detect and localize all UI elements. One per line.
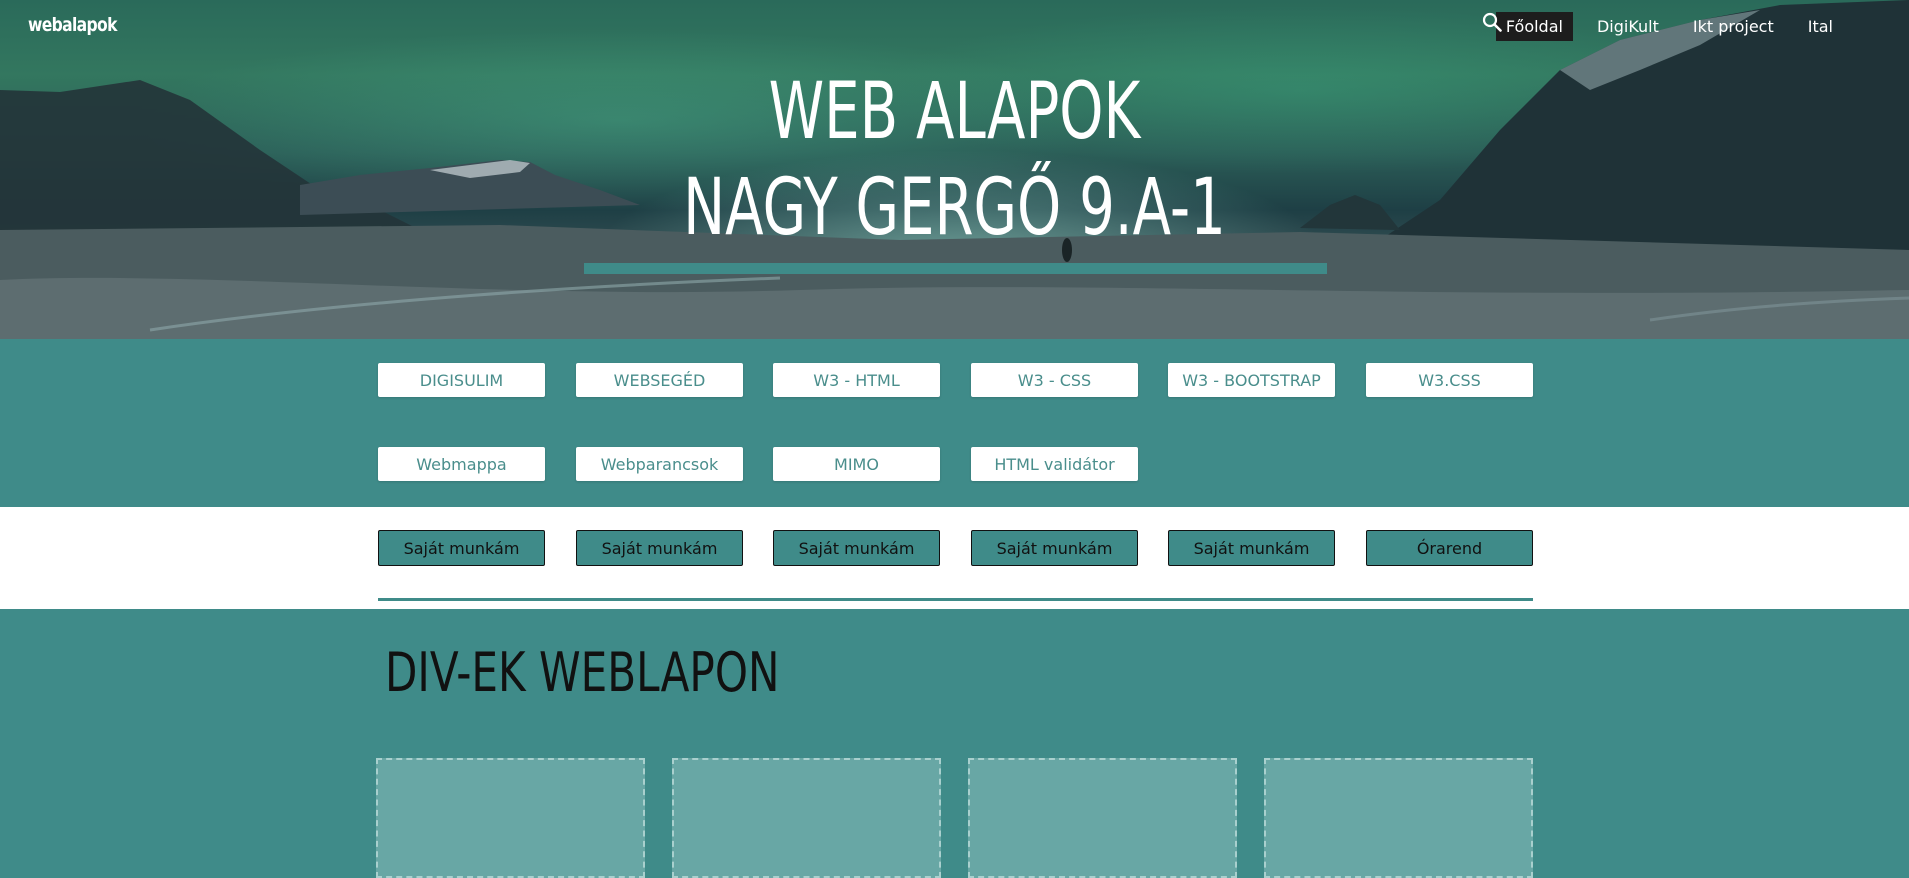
link-digisulim-button[interactable]: DIGISULIM xyxy=(378,363,545,397)
div-box-3 xyxy=(968,758,1237,878)
link-webparancsok-button[interactable]: Webparancsok xyxy=(576,447,743,481)
hero-underline xyxy=(584,263,1327,274)
link-w3-bootstrap-button[interactable]: W3 - BOOTSTRAP xyxy=(1168,363,1335,397)
search-icon[interactable] xyxy=(1482,12,1883,39)
section-title: DIV-EK WEBLAPON xyxy=(385,641,780,704)
section-divider xyxy=(378,598,1533,601)
link-w3-html-button[interactable]: W3 - HTML xyxy=(773,363,940,397)
link-w3-css-button[interactable]: W3 - CSS xyxy=(971,363,1138,397)
sajat-munkam-button-1[interactable]: Saját munkám xyxy=(378,530,545,566)
hero-title-line1: WEB ALAPOK xyxy=(768,67,1141,157)
sajat-munkam-button-4[interactable]: Saját munkám xyxy=(971,530,1138,566)
nav-item-ikt-project[interactable]: Ikt project xyxy=(1683,12,1784,41)
sajat-munkam-button-2[interactable]: Saját munkám xyxy=(576,530,743,566)
nav-item-fooldal[interactable]: Főoldal xyxy=(1495,12,1573,41)
hero-title-line2: NAGY GERGŐ 9.A-1 xyxy=(683,163,1226,253)
top-nav: Főoldal DigiKult Ikt project Ital xyxy=(1482,12,1883,41)
orarend-button[interactable]: Órarend xyxy=(1366,530,1533,566)
div-box-4 xyxy=(1264,758,1533,878)
hero-banner: webalapok Főoldal DigiKult Ikt project I… xyxy=(0,0,1909,339)
nav-item-digikult[interactable]: DigiKult xyxy=(1587,12,1669,41)
nav-item-ital[interactable]: Ital xyxy=(1798,12,1843,41)
link-html-validator-button[interactable]: HTML validátor xyxy=(971,447,1138,481)
sajat-munkam-button-3[interactable]: Saját munkám xyxy=(773,530,940,566)
link-mimo-button[interactable]: MIMO xyxy=(773,447,940,481)
sajat-munkam-button-5[interactable]: Saját munkám xyxy=(1168,530,1335,566)
work-buttons-band: Saját munkám Saját munkám Saját munkám S… xyxy=(0,507,1909,609)
link-webseged-button[interactable]: WEBSEGÉD xyxy=(576,363,743,397)
div-box-1 xyxy=(376,758,645,878)
link-buttons-area: DIGISULIM WEBSEGÉD W3 - HTML W3 - CSS W3… xyxy=(0,339,1909,507)
link-webmappa-button[interactable]: Webmappa xyxy=(378,447,545,481)
site-brand[interactable]: webalapok xyxy=(28,14,117,36)
div-box-2 xyxy=(672,758,941,878)
link-w3css-button[interactable]: W3.CSS xyxy=(1366,363,1533,397)
